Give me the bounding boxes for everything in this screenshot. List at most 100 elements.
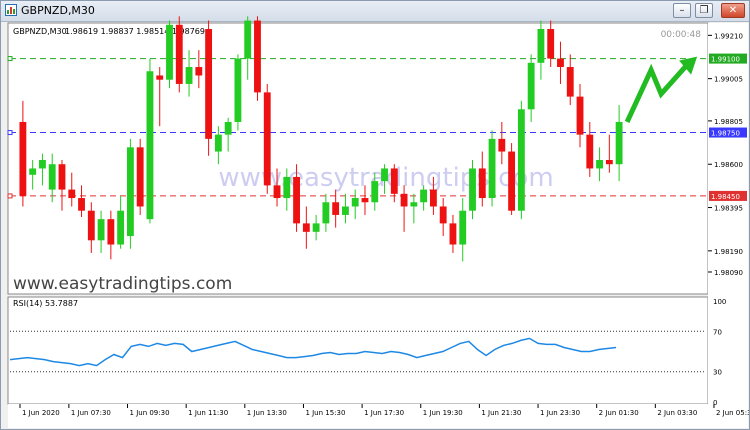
bar-timer: 00:00:48 [661, 30, 702, 40]
candle-body [195, 67, 203, 76]
candle-body [117, 210, 125, 245]
candle-body [361, 198, 369, 203]
price-tick-label: 1.98805 [714, 118, 743, 126]
candle-body [185, 67, 193, 84]
candle-body [508, 151, 516, 211]
rsi-tick-label: 70 [713, 328, 722, 336]
price-tick-label: 1.99210 [714, 32, 743, 40]
candle-body [332, 202, 340, 215]
candle-body [48, 164, 56, 190]
time-tick-label: 1 Jun 21:30 [481, 409, 521, 417]
candle-body [263, 92, 271, 186]
candle-body [439, 206, 447, 224]
candle-body [498, 138, 506, 152]
level-price-label: 1.98750 [711, 130, 740, 138]
time-tick-label: 1 Jun 11:30 [188, 409, 228, 417]
level-handle [7, 193, 13, 199]
candle-body [224, 121, 232, 135]
candle-body [547, 29, 555, 59]
candle-body [420, 189, 428, 203]
rsi-tick-label: 30 [713, 369, 722, 377]
candle-body [517, 109, 525, 211]
rsi-pane[interactable] [7, 296, 709, 405]
candle-body [605, 160, 613, 165]
candle-body [488, 138, 496, 199]
candle-body [166, 24, 173, 80]
time-tick-label: 1 Jun 2020 [22, 409, 60, 417]
candle-body [381, 168, 388, 182]
candle-body [214, 134, 222, 152]
watermark-bottom: www.easytradingtips.com [13, 274, 232, 294]
time-tick-label: 1 Jun 17:30 [364, 409, 404, 417]
candle-body [429, 189, 437, 207]
time-tick-label: 1 Jun 15:30 [305, 409, 345, 417]
candle-body [87, 210, 95, 241]
candle-body [410, 202, 418, 207]
ohlc-readout: 1.98619 1.98837 1.98514 1.98769 [65, 27, 205, 36]
candle-body [78, 198, 85, 211]
candle-body [566, 67, 574, 97]
candle-body [371, 181, 379, 203]
time-tick-label: 2 Jun 03:30 [657, 409, 697, 417]
candle-body [537, 29, 545, 63]
candle-body [68, 189, 76, 199]
candle-body [478, 168, 486, 199]
candle-body [576, 96, 584, 135]
time-tick-label: 1 Jun 09:30 [130, 409, 170, 417]
chart-area[interactable]: GBPNZD,M30 1.98619 1.98837 1.98514 1.987… [1, 1, 749, 429]
candle-body [175, 24, 183, 84]
level-handle [7, 56, 13, 62]
candle-body [390, 168, 398, 194]
candle-body [97, 219, 105, 241]
candle-body [322, 202, 330, 224]
time-tick-label: 1 Jun 19:30 [423, 409, 463, 417]
candle-body [342, 206, 349, 215]
candle-body [107, 219, 115, 245]
time-tick-label: 2 Jun 01:30 [599, 409, 639, 417]
candle-body [205, 29, 213, 139]
rsi-label: RSI(14) 53.7887 [13, 299, 78, 308]
candle-body [449, 223, 457, 245]
candle-body [58, 164, 66, 190]
candle-body [39, 160, 46, 169]
price-tick-label: 1.98395 [714, 205, 743, 213]
time-tick-label: 1 Jun 23:30 [540, 409, 580, 417]
time-tick-label: 2 Jun 05:30 [716, 409, 749, 417]
rsi-tick-label: 100 [713, 298, 726, 306]
candle-body [244, 20, 252, 59]
price-tick-label: 1.98600 [714, 161, 743, 169]
candle-body [126, 147, 134, 237]
candle-body [557, 58, 564, 68]
candle-body [459, 210, 467, 245]
price-pane[interactable] [7, 22, 709, 295]
candle-body [293, 176, 300, 224]
candle-body [586, 134, 594, 169]
candle-body [234, 58, 242, 122]
price-tick-label: 1.98190 [714, 248, 743, 256]
candle-body [146, 71, 154, 220]
candle-body [156, 75, 164, 80]
candle-body [283, 176, 291, 199]
candle-body [29, 168, 37, 175]
symbol-label: GBPNZD,M30 [13, 27, 67, 36]
candle-body [527, 62, 535, 110]
candle-body [469, 168, 476, 211]
candle-body [273, 185, 281, 199]
candle-body [312, 223, 320, 232]
candle-body [19, 121, 27, 196]
price-tick-label: 1.98090 [714, 269, 743, 277]
candle-body [302, 223, 310, 232]
candle-body [351, 198, 359, 207]
level-price-label: 1.98450 [711, 193, 740, 201]
level-handle [7, 130, 13, 136]
time-tick-label: 1 Jun 07:30 [71, 409, 111, 417]
candle-body [596, 160, 603, 169]
time-tick-label: 1 Jun 13:30 [247, 409, 287, 417]
candle-body [615, 121, 623, 165]
candle-body [400, 193, 408, 207]
chart-window: GBPNZD,M30 – ❐ ✕ GBPNZD,M30 1.98619 1.98… [0, 0, 750, 430]
candle-body [136, 147, 144, 207]
candle-body [254, 20, 261, 93]
price-tick-label: 1.99005 [714, 76, 743, 84]
level-price-label: 1.99100 [711, 56, 740, 64]
